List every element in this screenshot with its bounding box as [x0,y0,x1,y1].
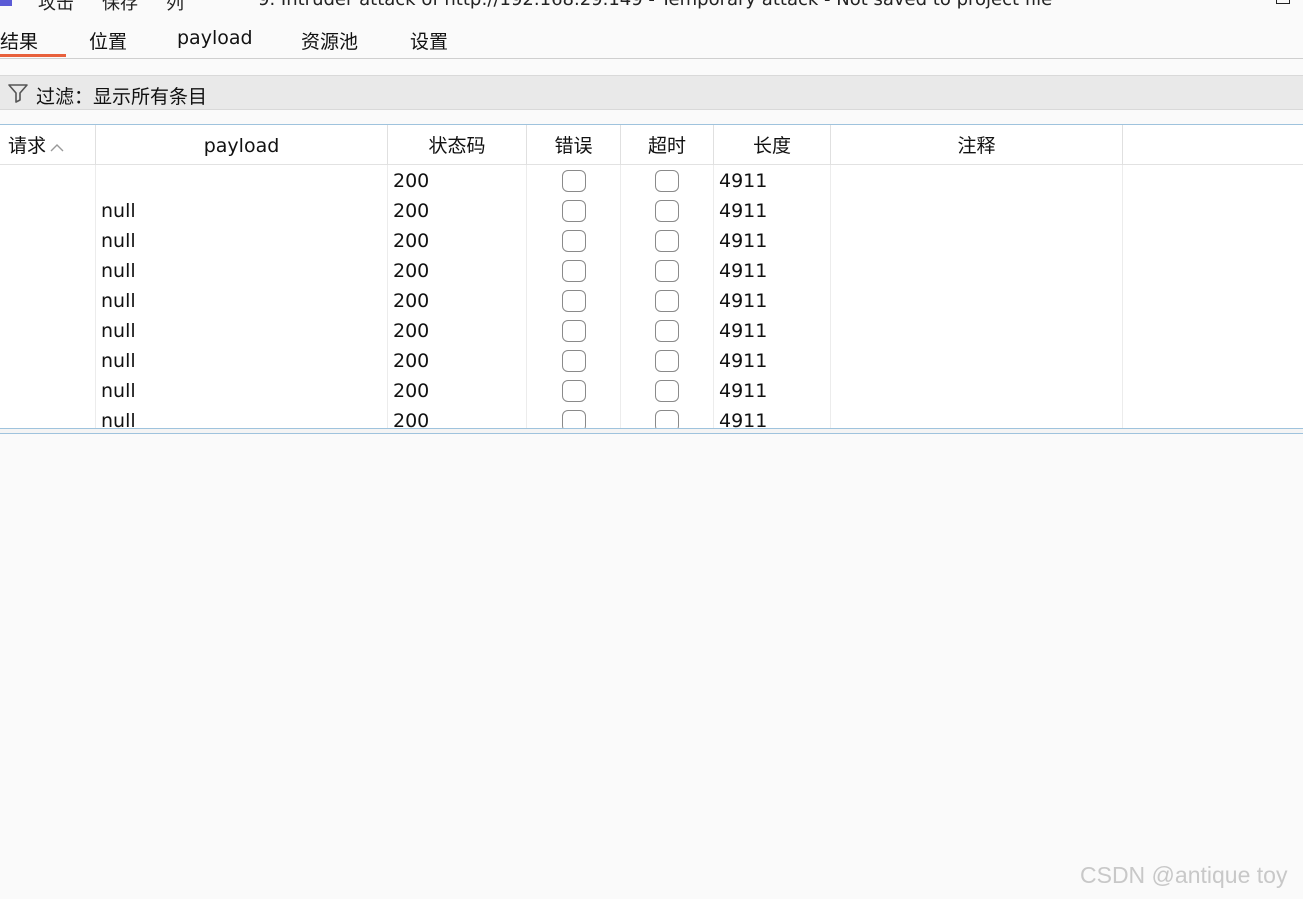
cell-length: 4911 [719,410,768,430]
cell-status: 200 [393,230,430,252]
filter-label[interactable]: 过滤：显示所有条目 [36,82,207,109]
menu-save[interactable]: 保存 [102,0,138,15]
cell-payload: null [101,320,136,342]
column-header-error[interactable]: 错误 [527,125,621,165]
tab-positions[interactable]: 位置 [89,27,127,54]
table-row[interactable]: null 200 4911 [0,226,1303,256]
cell-payload: null [101,260,136,282]
filter-funnel-icon[interactable] [7,82,29,108]
cell-length: 4911 [719,200,768,222]
watermark: CSDN @antique toy [1080,862,1288,888]
column-header-comment[interactable]: 注释 [831,125,1123,165]
timeout-checkbox[interactable] [655,290,679,312]
error-checkbox[interactable] [562,350,586,372]
cell-payload: null [101,200,136,222]
maximize-icon[interactable] [1276,0,1290,4]
cell-payload: null [101,410,136,430]
app-icon [0,0,12,6]
table-row[interactable]: null 200 4911 [0,316,1303,346]
tab-resource-pool[interactable]: 资源池 [301,27,358,54]
timeout-checkbox[interactable] [655,410,679,430]
results-table: 请求 payload 状态码 错误 超时 长度 注释 200 4911 null 20… [0,124,1303,430]
cell-status: 200 [393,410,430,430]
cell-status: 200 [393,290,430,312]
tab-payload[interactable]: payload [177,27,253,49]
error-checkbox[interactable] [562,320,586,342]
active-tab-indicator [0,54,66,57]
tab-settings[interactable]: 设置 [410,27,448,54]
table-header: 请求 payload 状态码 错误 超时 长度 注释 [0,125,1303,165]
cell-status: 200 [393,350,430,372]
column-header-payload[interactable]: payload [96,125,388,165]
cell-length: 4911 [719,290,768,312]
timeout-checkbox[interactable] [655,230,679,252]
cell-payload: null [101,350,136,372]
error-checkbox[interactable] [562,290,586,312]
title-bar: 攻击 保存 列 9. Intruder attack of http://192… [0,0,1303,20]
timeout-checkbox[interactable] [655,200,679,222]
cell-length: 4911 [719,350,768,372]
chevron-up-icon [50,126,64,168]
tab-results[interactable]: 结果 [0,27,38,54]
timeout-checkbox[interactable] [655,260,679,282]
column-header-request[interactable]: 请求 [0,125,96,165]
table-row[interactable]: null 200 4911 [0,406,1303,430]
tab-bar: 结果 位置 payload 资源池 设置 [0,20,1303,59]
cell-status: 200 [393,200,430,222]
column-header-length[interactable]: 长度 [714,125,831,165]
error-checkbox[interactable] [562,230,586,252]
timeout-checkbox[interactable] [655,380,679,402]
timeout-checkbox[interactable] [655,170,679,192]
cell-length: 4911 [719,380,768,402]
cell-status: 200 [393,380,430,402]
cell-length: 4911 [719,320,768,342]
table-row[interactable]: null 200 4911 [0,376,1303,406]
cell-payload: null [101,230,136,252]
error-checkbox[interactable] [562,260,586,282]
cell-length: 4911 [719,260,768,282]
error-checkbox[interactable] [562,170,586,192]
cell-status: 200 [393,260,430,282]
column-header-label: 请求 [8,135,47,157]
timeout-checkbox[interactable] [655,350,679,372]
table-row[interactable]: null 200 4911 [0,286,1303,316]
column-header-status[interactable]: 状态码 [388,125,527,165]
menu-columns[interactable]: 列 [166,0,184,15]
cell-payload: null [101,290,136,312]
cell-status: 200 [393,320,430,342]
cell-length: 4911 [719,230,768,252]
menu-attack[interactable]: 攻击 [38,0,74,15]
table-row[interactable]: null 200 4911 [0,346,1303,376]
table-row[interactable]: 200 4911 [0,166,1303,196]
cell-length: 4911 [719,170,768,192]
error-checkbox[interactable] [562,200,586,222]
error-checkbox[interactable] [562,380,586,402]
error-checkbox[interactable] [562,410,586,430]
window-title: 9. Intruder attack of http://192.168.29.… [258,0,1052,10]
timeout-checkbox[interactable] [655,320,679,342]
cell-status: 200 [393,170,430,192]
cell-payload: null [101,380,136,402]
filter-bar[interactable]: 过滤：显示所有条目 [0,75,1303,110]
split-pane-divider[interactable] [0,428,1303,434]
table-row[interactable]: null 200 4911 [0,256,1303,286]
table-row[interactable]: null 200 4911 [0,196,1303,226]
column-header-timeout[interactable]: 超时 [621,125,714,165]
